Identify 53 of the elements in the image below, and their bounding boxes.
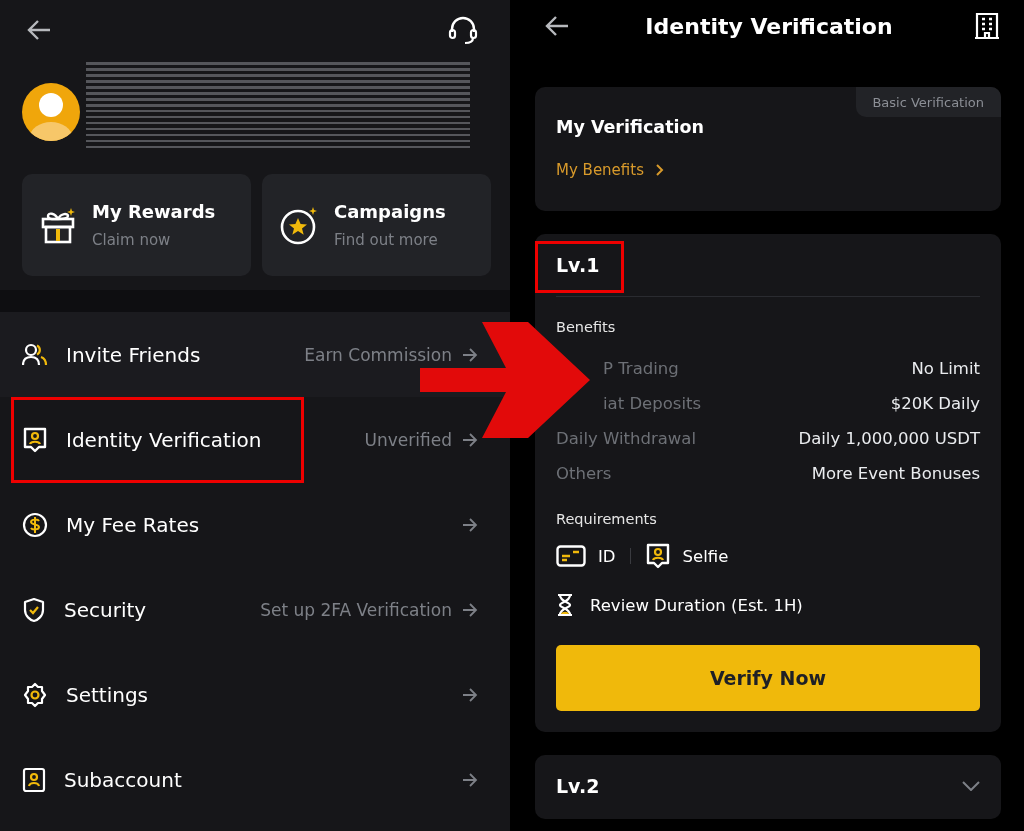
benefits-link[interactable]: My Benefits (556, 161, 664, 179)
dollar-coin-icon (22, 511, 48, 538)
people-icon (22, 342, 48, 367)
shield-icon (22, 596, 46, 623)
benefit-value: $20K Daily (890, 394, 980, 413)
menu-value: Unverified (364, 429, 452, 450)
menu-item[interactable]: Identity Verification (22, 425, 262, 454)
verify-now-button[interactable]: Verify Now (556, 645, 980, 711)
page-title: Identity Verification (644, 13, 894, 39)
review-duration: Review Duration (Est. 1H) (590, 595, 803, 615)
requirement-label: Selfie (682, 546, 729, 566)
shortcut-card[interactable]: Campaigns Find out more (262, 174, 491, 276)
menu-item[interactable]: Subaccount (22, 766, 182, 793)
benefit-name: Others (556, 464, 612, 483)
benefit-name: P Trading (602, 359, 679, 378)
building-icon[interactable] (974, 12, 1000, 40)
arrow-right-icon (462, 772, 478, 787)
id-badge-icon (22, 425, 48, 454)
benefit-name: iat Deposits (602, 394, 702, 413)
arrow-right-icon (462, 687, 478, 702)
arrow-right-icon (462, 517, 478, 532)
section-label: Benefits (556, 319, 617, 335)
shortcut-card[interactable]: My Rewards Claim now (22, 174, 251, 276)
benefit-value: More Event Bonuses (811, 464, 980, 483)
benefit-value: Daily 1,000,000 USDT (798, 429, 980, 448)
menu-value: Set up 2FA Verification (260, 599, 452, 620)
hourglass-icon (556, 593, 574, 617)
section-label: Requirements (556, 511, 658, 527)
menu-item[interactable]: Invite Friends (22, 342, 201, 367)
requirement-label: ID (598, 546, 616, 566)
card-title: My Verification (556, 117, 705, 137)
verification-badge: Basic Verification (856, 87, 1001, 117)
back-icon[interactable] (544, 15, 570, 37)
menu-item[interactable]: My Fee Rates (22, 511, 200, 538)
menu-item[interactable]: Security (22, 596, 147, 623)
level-title: Lv.1 (556, 254, 600, 276)
selfie-icon (644, 542, 671, 570)
menu-value: Earn Commission (304, 344, 452, 365)
settings-icon (22, 681, 48, 708)
menu-item[interactable]: Settings (22, 681, 149, 708)
back-icon[interactable] (26, 19, 52, 41)
chevron-right-icon (656, 164, 664, 176)
person-card-icon (22, 766, 46, 793)
arrow-right-icon (462, 347, 478, 362)
level-title: Lv.2 (556, 775, 600, 797)
avatar (22, 81, 80, 143)
benefit-value: No Limit (911, 359, 980, 378)
id-card-icon (556, 545, 586, 567)
arrow-right-icon (462, 602, 478, 617)
arrow-right-icon (462, 432, 478, 447)
headset-icon[interactable] (448, 15, 478, 45)
chevron-down-icon[interactable] (962, 781, 980, 791)
benefit-name: Daily Withdrawal (556, 429, 697, 448)
